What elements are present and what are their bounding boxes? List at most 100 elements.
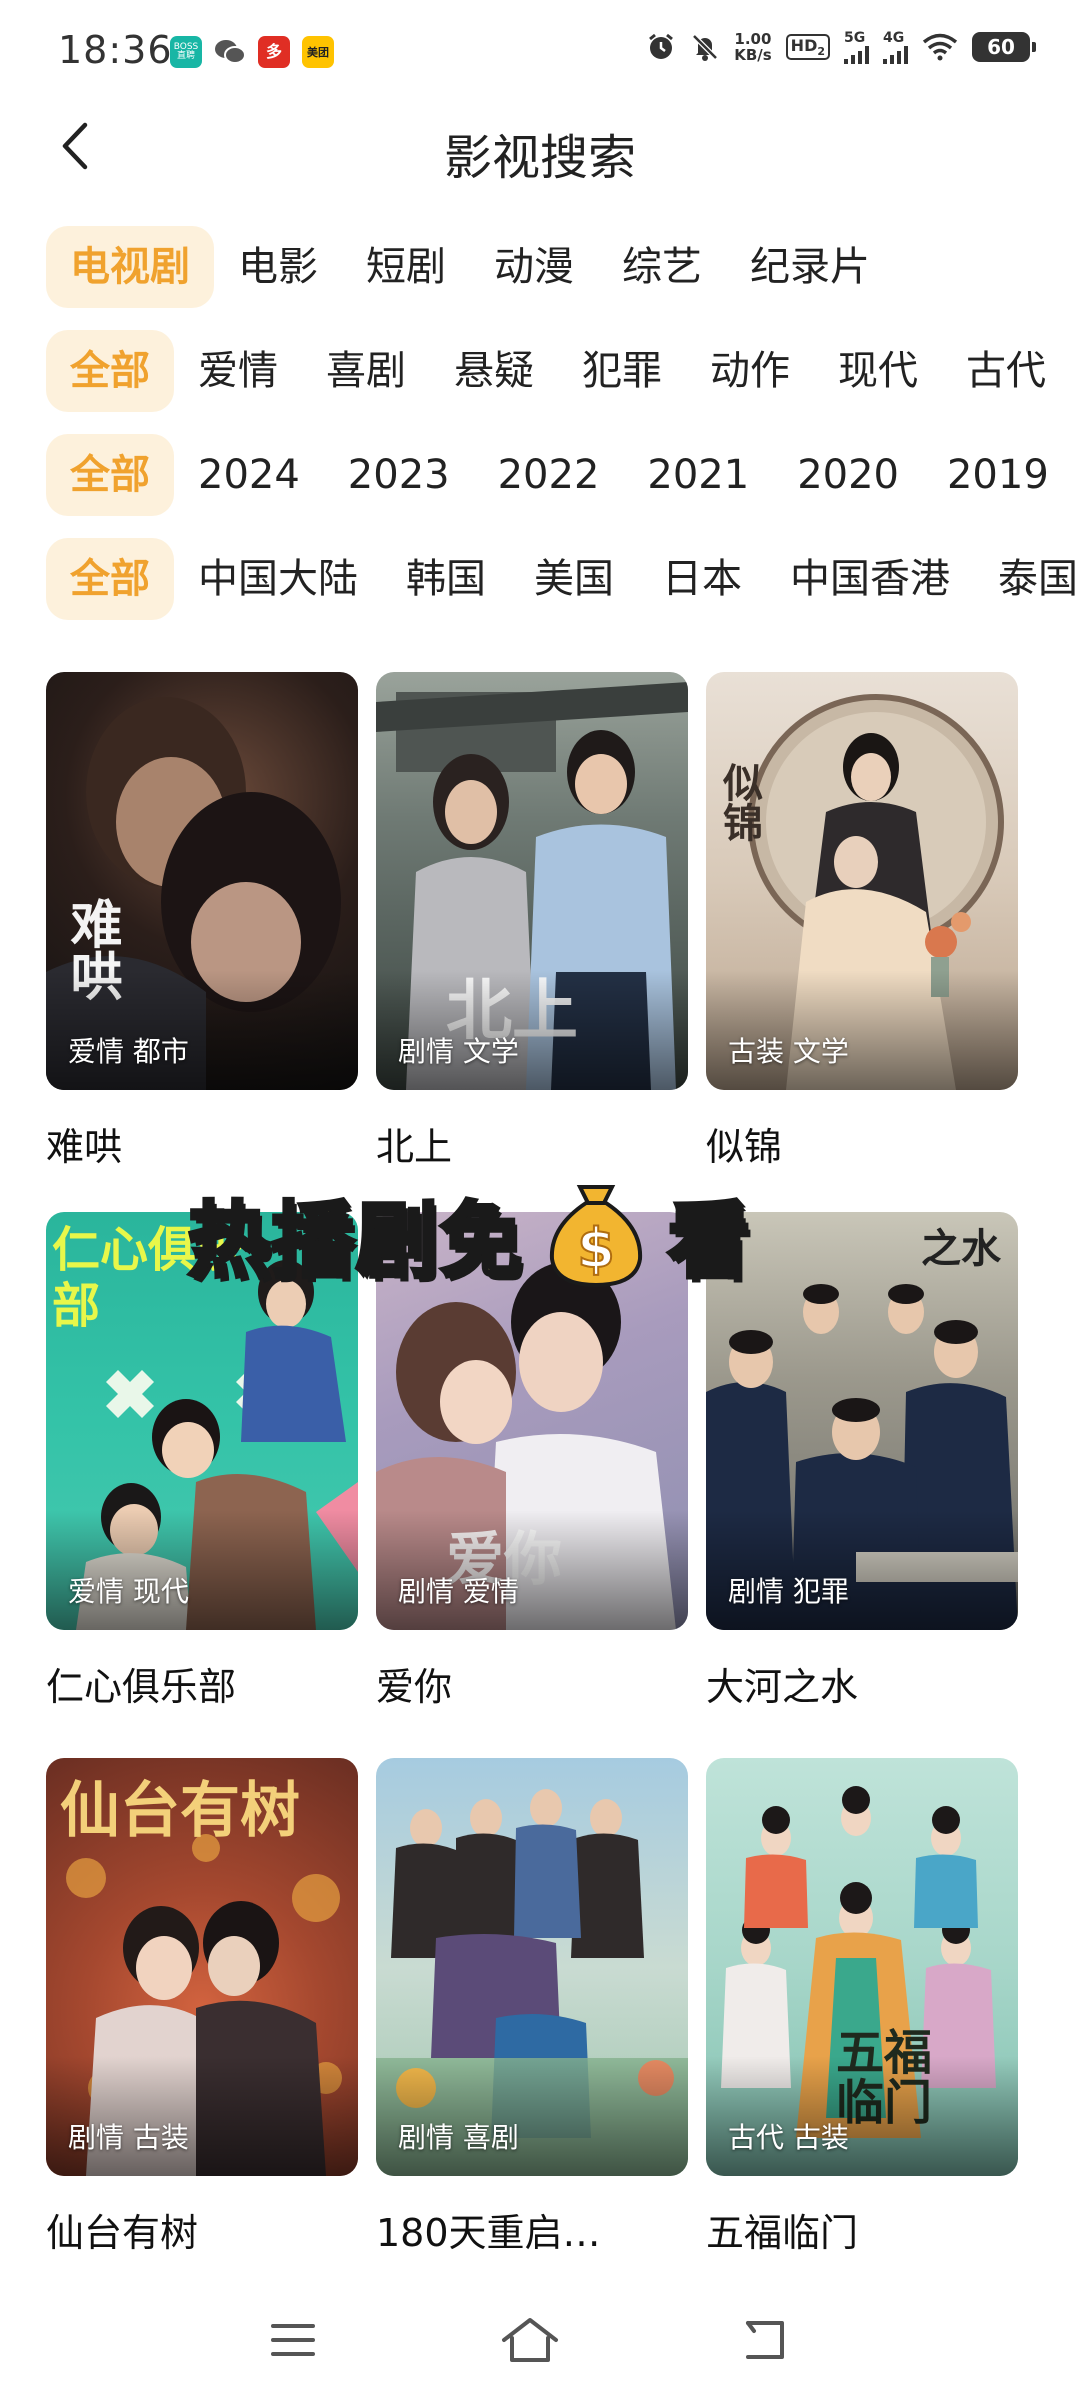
signal-4g-icon: 4G [883,30,908,64]
drama-tags: 爱情 现代 [68,1575,189,1608]
drama-title[interactable]: 五福临门 [706,2202,1018,2257]
drama-tags: 剧情 犯罪 [728,1575,849,1608]
type-chip-anime[interactable]: 动漫 [470,226,598,308]
drama-card[interactable]: 难哄 爱情 都市 难哄 [46,672,358,1171]
drama-card[interactable]: 剧情 喜剧 180天重启… [376,1758,688,2257]
year-chip-2019[interactable]: 2019 [923,434,1073,516]
drama-poster[interactable]: 北上 剧情 文学 [376,672,688,1090]
genre-filter-row: 全部 爱情 喜剧 悬疑 犯罪 动作 现代 古代 [46,330,1080,412]
genre-chip-all[interactable]: 全部 [46,330,174,412]
type-chip-tv-series[interactable]: 电视剧 [46,226,214,308]
year-chip-2018[interactable]: 2018 [1073,434,1080,516]
system-back-button[interactable] [730,2310,800,2370]
system-nav-bar [0,2290,1080,2400]
status-app-icons: BOSS直聘 多 美团 [170,36,334,68]
region-chip-korea[interactable]: 韩国 [382,538,510,620]
drama-poster[interactable]: 似锦 古装 文学 [706,672,1018,1090]
header: 影视搜索 [0,100,1080,196]
menu-button[interactable] [258,2310,328,2370]
drama-tags: 古代 古装 [728,2121,849,2154]
home-icon [502,2318,558,2362]
drama-card[interactable]: 仙台有树 剧情 古装 仙台有树 [46,1758,358,2257]
status-time: 18:36 [58,28,173,72]
status-bar: 18:36 BOSS直聘 多 美团 1.00 KB/s HD2 5G 4G 60 [0,0,1080,100]
drama-tags: 剧情 爱情 [398,1575,519,1608]
hd-sub: 2 [817,45,825,59]
genre-chip-action[interactable]: 动作 [686,330,814,412]
year-chip-2022[interactable]: 2022 [474,434,624,516]
network-speed: 1.00 KB/s [734,31,771,63]
year-chip-2021[interactable]: 2021 [623,434,773,516]
type-filter-row: 电视剧 电影 短剧 动漫 综艺 纪录片 [46,226,1080,308]
year-chip-2020[interactable]: 2020 [773,434,923,516]
mute-icon [690,32,720,62]
drama-title[interactable]: 仙台有树 [46,2202,358,2257]
signal-5g-label: 5G [844,30,866,46]
hd-label: HD [790,35,818,55]
drama-title[interactable]: 难哄 [46,1116,358,1171]
genre-chip-modern[interactable]: 现代 [814,330,942,412]
drama-title[interactable]: 爱你 [376,1656,688,1711]
drama-poster[interactable]: 五福临门 古代 古装 [706,1758,1018,2176]
drama-tags: 古装 文学 [728,1035,849,1068]
genre-chip-romance[interactable]: 爱情 [174,330,302,412]
poster-title-art: 仙台有树 [60,1776,300,1846]
home-button[interactable] [495,2310,565,2370]
wifi-icon [922,33,958,61]
status-indicators: 1.00 KB/s HD2 5G 4G 60 [646,30,1036,64]
battery-indicator: 60 [972,32,1036,62]
drama-title[interactable]: 仁心俱乐部 [46,1656,358,1711]
region-chip-hongkong[interactable]: 中国香港 [766,538,974,620]
year-chip-all[interactable]: 全部 [46,434,174,516]
drama-tags: 剧情 古装 [68,2121,189,2154]
type-chip-movie[interactable]: 电影 [214,226,342,308]
drama-card[interactable]: 五福临门 古代 古装 五福临门 [706,1758,1018,2257]
signal-4g-label: 4G [883,30,905,46]
region-chip-all[interactable]: 全部 [46,538,174,620]
region-chip-japan[interactable]: 日本 [638,538,766,620]
drama-tags: 剧情 喜剧 [398,2121,519,2154]
genre-chip-crime[interactable]: 犯罪 [558,330,686,412]
signal-5g-icon: 5G [844,30,869,64]
poster-title-art: 似锦 [716,762,763,842]
poster-title-art: 之水 [921,1225,1001,1272]
pinduoduo-icon: 多 [258,36,290,68]
region-chip-thailand[interactable]: 泰国 [974,538,1080,620]
year-chip-2023[interactable]: 2023 [324,434,474,516]
year-filter-row: 全部2024202320222021202020192018 [46,434,1080,516]
network-speed-unit: KB/s [734,46,772,64]
meituan-icon: 美团 [302,36,334,68]
hd-icon: HD2 [785,33,830,61]
year-chip-2024[interactable]: 2024 [174,434,324,516]
genre-chip-suspense[interactable]: 悬疑 [430,330,558,412]
genre-chip-ancient[interactable]: 古代 [942,330,1070,412]
boss-zhipin-icon: BOSS直聘 [170,36,202,68]
drama-tags: 剧情 文学 [398,1035,519,1068]
menu-icon [271,2324,315,2356]
drama-title[interactable]: 似锦 [706,1116,1018,1171]
back-icon [746,2321,784,2359]
drama-title[interactable]: 大河之水 [706,1656,1018,1711]
drama-card[interactable]: 似锦 古装 文学 似锦 [706,672,1018,1171]
drama-poster[interactable]: 难哄 爱情 都市 [46,672,358,1090]
wechat-icon [214,36,246,68]
drama-tags: 爱情 都市 [68,1035,189,1068]
svg-text:$: $ [577,1217,615,1280]
drama-title[interactable]: 180天重启… [376,2202,688,2257]
type-chip-short-drama[interactable]: 短剧 [342,226,470,308]
region-filter-row: 全部 中国大陆 韩国 美国 日本 中国香港 泰国 [46,538,1080,620]
drama-title[interactable]: 北上 [376,1116,688,1171]
type-chip-documentary[interactable]: 纪录片 [726,226,894,308]
money-bag-icon: $ [542,1177,650,1289]
region-chip-mainland-china[interactable]: 中国大陆 [174,538,382,620]
page-title: 影视搜索 [443,130,636,186]
type-chip-variety[interactable]: 综艺 [598,226,726,308]
promo-banner[interactable]: 热播剧免 $ 看 [186,1168,908,1298]
drama-poster[interactable]: 剧情 喜剧 [376,1758,688,2176]
promo-banner-text-left: 热播剧免 [186,1192,525,1291]
drama-card[interactable]: 北上 剧情 文学 北上 [376,672,688,1171]
genre-chip-comedy[interactable]: 喜剧 [302,330,430,412]
drama-poster[interactable]: 仙台有树 剧情 古装 [46,1758,358,2176]
promo-banner-text-right: 看 [666,1192,753,1291]
region-chip-usa[interactable]: 美国 [510,538,638,620]
